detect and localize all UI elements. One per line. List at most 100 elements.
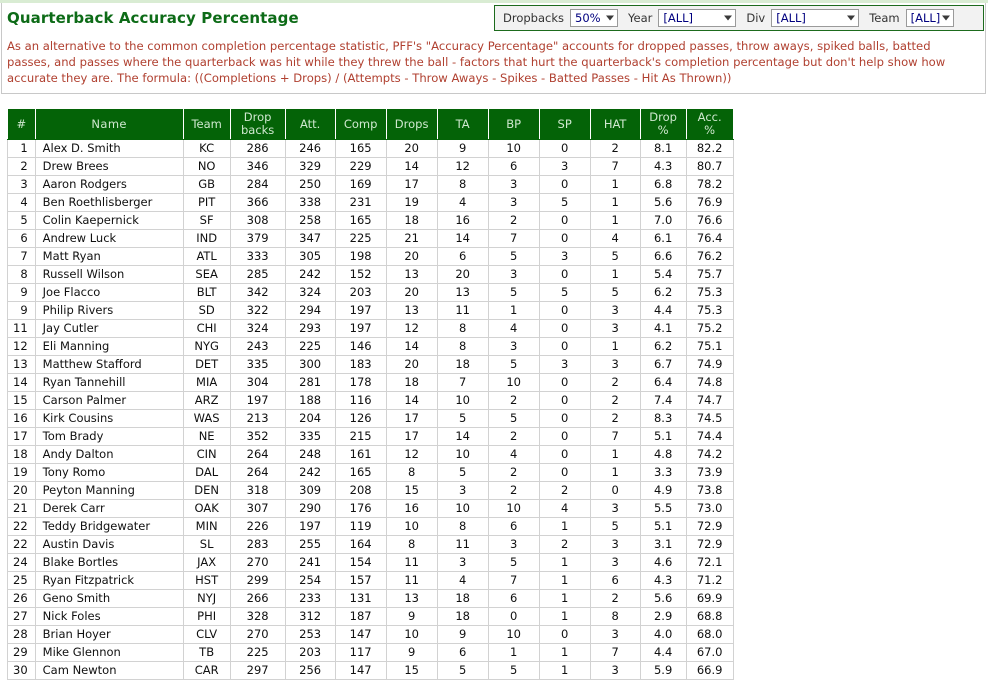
table-row[interactable]: 1 Alex D. Smith KC 286 246 165 20 9 10 0 2 8.1 82.2 — [7, 139, 734, 158]
table-row[interactable]: 19 Tony Romo DAL 264 242 165 8 5 2 0 1 3.3 73.9 — [7, 463, 734, 482]
table-row[interactable]: 15 Carson Palmer ARZ 197 188 116 14 10 2 0 2 7.4 74.… — [7, 391, 734, 410]
cell-dropbacks: 285 — [229, 265, 286, 284]
year-select[interactable]: [ALL] — [658, 9, 737, 27]
table-row[interactable]: 5 Colin Kaepernick SF 308 258 165 18 16 2 0 1 7.0 76… — [7, 211, 734, 230]
cell-accpct: 78.2 — [685, 175, 734, 194]
table-row[interactable]: 16 Kirk Cousins WAS 213 204 126 17 5 5 0 2 8.3 74.5 — [7, 409, 734, 428]
cell-hat: 3 — [589, 661, 641, 680]
col-header-rank[interactable]: # — [7, 108, 36, 140]
cell-name: Tony Romo — [34, 463, 184, 482]
col-header-sp[interactable]: SP — [538, 108, 591, 140]
cell-dropbacks: 318 — [229, 481, 286, 500]
table-row[interactable]: 27 Nick Foles PHI 328 312 187 9 18 0 1 8 2.9 68.8 — [7, 607, 734, 626]
cell-droppct: 4.0 — [639, 625, 687, 644]
table-row[interactable]: 13 Matthew Stafford DET 335 300 183 20 18 5 3 3 6.7… — [7, 355, 734, 374]
div-select[interactable]: [ALL] — [771, 9, 860, 27]
table-row[interactable]: 12 Eli Manning NYG 243 225 146 14 8 3 0 1 6.2 75.1 — [7, 337, 734, 356]
table-row[interactable]: 11 Jay Cutler CHI 324 293 197 12 8 4 0 3 4.1 75.2 — [7, 319, 734, 338]
cell-droppct: 4.9 — [639, 481, 687, 500]
cell-sp: 3 — [538, 355, 591, 374]
cell-bp: 10 — [487, 373, 540, 392]
cell-bp: 0 — [487, 607, 540, 626]
col-header-att[interactable]: Att. — [284, 108, 336, 140]
cell-hat: 3 — [589, 535, 641, 554]
page-title: Quarterback Accuracy Percentage — [7, 9, 299, 27]
cell-dropbacks: 342 — [229, 283, 286, 302]
cell-droppct: 4.6 — [639, 553, 687, 572]
cell-team: ARZ — [182, 391, 231, 410]
page-description: As an alternative to the common completi… — [7, 39, 946, 86]
cell-att: 256 — [284, 661, 336, 680]
col-header-dropbacks-line1: Drop — [243, 110, 272, 124]
table-row[interactable]: 26 Geno Smith NYJ 266 233 131 13 18 6 1 2 5.6 69.9 — [7, 589, 734, 608]
table-row[interactable]: 22 Teddy Bridgewater MIN 226 197 119 10 8 6 1 5 5.1… — [7, 517, 734, 536]
table-row[interactable]: 7 Matt Ryan ATL 333 305 198 20 6 5 3 5 6.6 76.2 — [7, 247, 734, 266]
col-header-bp[interactable]: BP — [487, 108, 540, 140]
col-header-comp[interactable]: Comp — [334, 108, 387, 140]
table-row[interactable]: 6 Andrew Luck IND 379 347 225 21 14 7 0 4 6.1 76.4 — [7, 229, 734, 248]
table-row[interactable]: 25 Ryan Fitzpatrick HST 299 254 157 11 4 7 1 6 4.3 7… — [7, 571, 734, 590]
table-row[interactable]: 4 Ben Roethlisberger PIT 366 338 231 19 4 3 5 1 5.6… — [7, 193, 734, 212]
col-header-hat[interactable]: HAT — [589, 108, 641, 140]
cell-team: IND — [182, 229, 231, 248]
cell-dropbacks: 266 — [229, 589, 286, 608]
table-row[interactable]: 30 Cam Newton CAR 297 256 147 15 5 5 1 3 5.9 66.9 — [7, 661, 734, 680]
cell-rank: 28 — [7, 625, 36, 644]
cell-accpct: 76.6 — [685, 211, 734, 230]
cell-team: CAR — [182, 661, 231, 680]
cell-bp: 3 — [487, 175, 540, 194]
table-row[interactable]: 3 Aaron Rodgers GB 284 250 169 17 8 3 0 1 6.8 78.2 — [7, 175, 734, 194]
table-row[interactable]: 20 Peyton Manning DEN 318 309 208 15 3 2 2 0 4.9 73.… — [7, 481, 734, 500]
col-header-name[interactable]: Name — [34, 108, 184, 140]
cell-accpct: 74.2 — [685, 445, 734, 464]
col-header-ta[interactable]: TA — [436, 108, 489, 140]
cell-att: 258 — [284, 211, 336, 230]
cell-comp: 119 — [334, 517, 387, 536]
team-select[interactable]: [ALL] — [905, 9, 954, 27]
col-header-team[interactable]: Team — [182, 108, 231, 140]
col-header-dropbacks[interactable]: Drop backs — [229, 108, 286, 140]
table-row[interactable]: 22 Austin Davis SL 283 255 164 8 11 3 2 3 3.1 72.9 — [7, 535, 734, 554]
cell-ta: 5 — [436, 409, 489, 428]
dropbacks-select[interactable]: 50% — [570, 9, 618, 27]
table-row[interactable]: 24 Blake Bortles JAX 270 241 154 11 3 5 1 3 4.6 72.1 — [7, 553, 734, 572]
table-row[interactable]: 21 Derek Carr OAK 307 290 176 16 10 10 4 3 5.5 73.0 — [7, 499, 734, 518]
cell-hat: 1 — [589, 175, 641, 194]
cell-att: 188 — [284, 391, 336, 410]
table-row[interactable]: 29 Mike Glennon TB 225 203 117 9 6 1 1 7 4.4 67.0 — [7, 643, 734, 662]
cell-droppct: 8.3 — [639, 409, 687, 428]
cell-rank: 29 — [7, 643, 36, 662]
cell-hat: 2 — [589, 589, 641, 608]
cell-accpct: 74.7 — [685, 391, 734, 410]
cell-hat: 5 — [589, 517, 641, 536]
col-header-dropbacks-line2: backs — [240, 123, 275, 137]
table-row[interactable]: 18 Andy Dalton CIN 264 248 161 12 10 4 0 1 4.8 74.2 — [7, 445, 734, 464]
table-row[interactable]: 8 Russell Wilson SEA 285 242 152 13 20 3 0 1 5.4 75.… — [7, 265, 734, 284]
col-header-drops[interactable]: Drops — [385, 108, 438, 140]
cell-name: Alex D. Smith — [34, 139, 184, 158]
cell-name: Nick Foles — [34, 607, 184, 626]
cell-team: GB — [182, 175, 231, 194]
cell-rank: 5 — [7, 211, 36, 230]
filter-label-year: Year — [628, 11, 653, 25]
cell-dropbacks: 297 — [229, 661, 286, 680]
cell-rank: 6 — [7, 229, 36, 248]
cell-name: Kirk Cousins — [34, 409, 184, 428]
col-header-droppct[interactable]: Drop % — [639, 108, 687, 140]
cell-comp: 131 — [334, 589, 387, 608]
cell-att: 281 — [284, 373, 336, 392]
cell-hat: 8 — [589, 607, 641, 626]
table-row[interactable]: 9 Philip Rivers SD 322 294 197 13 11 1 0 3 4.4 75.3 — [7, 301, 734, 320]
cell-rank: 22 — [7, 535, 36, 554]
cell-bp: 3 — [487, 265, 540, 284]
table-row[interactable]: 9 Joe Flacco BLT 342 324 203 20 13 5 5 5 6.2 75.3 — [7, 283, 734, 302]
table-row[interactable]: 2 Drew Brees NO 346 329 229 14 12 6 3 7 4.3 80.7 — [7, 157, 734, 176]
cell-sp: 1 — [538, 589, 591, 608]
table-row[interactable]: 14 Ryan Tannehill MIA 304 281 178 18 7 10 0 2 6.4 74… — [7, 373, 734, 392]
cell-ta: 16 — [436, 211, 489, 230]
cell-droppct: 6.1 — [639, 229, 687, 248]
table-row[interactable]: 17 Tom Brady NE 352 335 215 17 14 2 0 7 5.1 74.4 — [7, 427, 734, 446]
cell-att: 242 — [284, 265, 336, 284]
table-row[interactable]: 28 Brian Hoyer CLV 270 253 147 10 9 10 0 3 4.0 68.0 — [7, 625, 734, 644]
col-header-accpct[interactable]: Acc. % — [685, 108, 734, 140]
